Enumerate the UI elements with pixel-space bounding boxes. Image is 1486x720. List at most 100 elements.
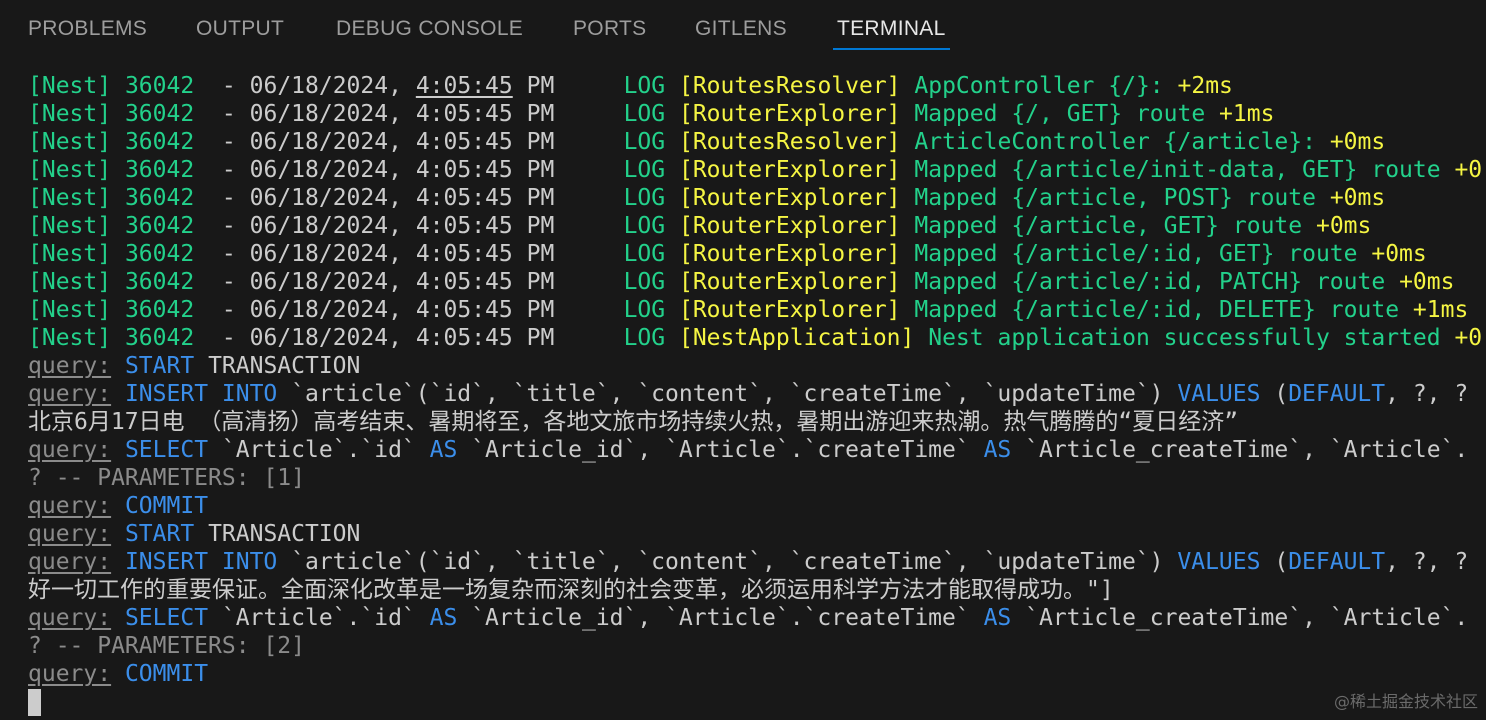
log-ampm: PM [526,297,555,323]
log-message: Mapped {/, GET} route [914,101,1206,127]
log-level: LOG [623,101,666,127]
nest-log-line: [Nest] 36042 - 06/18/2024, 4:05:45 PM LO… [28,297,1469,323]
tab-debug-console[interactable]: DEBUG CONSOLE [336,18,523,40]
log-date: 06/18/2024, [249,325,402,351]
nest-prefix: [Nest] [28,241,112,267]
tab-gitlens[interactable]: GITLENS [695,18,787,40]
log-time: 4:05:45 [415,241,513,267]
log-timing: +0ms [1315,213,1372,239]
nest-log-line: [Nest] 36042 - 06/18/2024, 4:05:45 PM LO… [28,101,1275,127]
log-ampm: PM [526,269,555,295]
log-message: Nest application successfully started [928,325,1441,351]
log-timing: +1ms [1219,101,1275,127]
log-level: LOG [623,157,666,183]
log-message: Mapped {/article/:id, DELETE} route [914,297,1400,323]
log-timing: +0 [1454,325,1483,351]
nest-log-line: [Nest] 36042 - 06/18/2024, 4:05:45 PM LO… [28,157,1483,183]
log-date: 06/18/2024, [249,213,402,239]
process-id: 36042 [124,269,195,295]
log-context: [RouterExplorer] [678,157,901,183]
sql-parameter-content: 北京6月17日电 （高清扬）高考结束、暑期将至，各地文旅市场持续火热，暑期出游迎… [28,409,1239,435]
log-timing: +1ms [1412,297,1469,323]
log-time: 4:05:45 [415,269,513,295]
log-level: LOG [623,213,666,239]
log-context: [RouterExplorer] [678,297,901,323]
nest-log-block: [Nest] 36042 - 06/18/2024, 4:05:45 PM LO… [28,72,1486,352]
log-ampm: PM [526,185,555,211]
log-message: Mapped {/article, GET} route [914,213,1303,239]
log-time: 4:05:45 [415,101,513,127]
sql-line: query: COMMIT [28,661,209,687]
process-id: 36042 [124,185,195,211]
sql-line: query: INSERT INTO `article`(`id`, `titl… [28,381,1469,407]
log-timing: +0 [1454,157,1483,183]
process-id: 36042 [124,129,195,155]
terminal-cursor [28,689,41,716]
panel-tab-bar: PROBLEMS OUTPUT DEBUG CONSOLE PORTS GITL… [0,0,1486,52]
log-context: [NestApplication] [678,325,915,351]
tab-terminal-label: TERMINAL [837,17,946,40]
log-date: 06/18/2024, [249,297,402,323]
watermark: @稀土掘金技术社区 [1333,692,1478,711]
tab-ports[interactable]: PORTS [573,18,646,40]
tab-terminal[interactable]: TERMINAL [833,17,950,50]
log-level: LOG [623,129,666,155]
log-time: 4:05:45 [415,213,513,239]
sql-line: query: INSERT INTO `article`(`id`, `titl… [28,549,1469,575]
tab-problems[interactable]: PROBLEMS [28,18,147,40]
nest-prefix: [Nest] [28,297,112,323]
log-context: [RouterExplorer] [678,185,901,211]
prompt-line[interactable] [28,688,1486,716]
sql-params-line: ? -- PARAMETERS: [2] [28,633,305,659]
log-message: ArticleController {/article}: [914,129,1316,155]
nest-prefix: [Nest] [28,157,112,183]
log-level: LOG [623,297,666,323]
log-date: 06/18/2024, [249,269,402,295]
nest-log-line: [Nest] 36042 - 06/18/2024, 4:05:45 PM LO… [28,269,1455,295]
log-context: [RouterExplorer] [678,213,901,239]
log-context: [RouterExplorer] [678,101,901,127]
sql-line: query: START TRANSACTION [28,353,361,379]
active-tab-indicator [833,48,950,50]
log-level: LOG [623,269,666,295]
log-ampm: PM [526,157,555,183]
sql-line: query: SELECT `Article`.`id` AS `Article… [28,437,1469,463]
log-ampm: PM [526,241,555,267]
process-id: 36042 [124,325,195,351]
log-timing: +0ms [1329,185,1386,211]
log-ampm: PM [526,129,555,155]
terminal-output[interactable]: [Nest] 36042 - 06/18/2024, 4:05:45 PM LO… [28,72,1486,716]
log-level: LOG [623,73,666,99]
log-message: Mapped {/article/init-data, GET} route [914,157,1441,183]
nest-log-line: [Nest] 36042 - 06/18/2024, 4:05:45 PM LO… [28,129,1386,155]
nest-log-line: [Nest] 36042 - 06/18/2024, 4:05:45 PM LO… [28,185,1386,211]
sql-params-line: ? -- PARAMETERS: [1] [28,465,305,491]
log-date: 06/18/2024, [249,73,402,99]
log-message: AppController {/}: [914,73,1164,99]
sql-line: query: SELECT `Article`.`id` AS `Article… [28,605,1469,631]
log-date: 06/18/2024, [249,241,402,267]
nest-log-line: [Nest] 36042 - 06/18/2024, 4:05:45 PM LO… [28,213,1372,239]
nest-log-line: [Nest] 36042 - 06/18/2024, 4:05:45 PM LO… [28,241,1427,267]
nest-prefix: [Nest] [28,325,112,351]
log-ampm: PM [526,213,555,239]
log-time: 4:05:45 [415,185,513,211]
log-time: 4:05:45 [415,129,513,155]
log-date: 06/18/2024, [249,185,402,211]
log-time: 4:05:45 [415,297,513,323]
log-level: LOG [623,325,666,351]
log-message: Mapped {/article, POST} route [914,185,1316,211]
log-level: LOG [623,185,666,211]
nest-prefix: [Nest] [28,101,112,127]
log-context: [RoutesResolver] [678,73,901,99]
tab-output[interactable]: OUTPUT [196,18,284,40]
process-id: 36042 [124,297,195,323]
log-timing: +0ms [1371,241,1427,267]
terminal-panel: PROBLEMS OUTPUT DEBUG CONSOLE PORTS GITL… [0,0,1486,720]
nest-prefix: [Nest] [28,269,112,295]
process-id: 36042 [124,213,195,239]
log-timing: +0ms [1329,129,1386,155]
log-timing: +2ms [1177,73,1233,99]
log-ampm: PM [526,101,555,127]
sql-parameter-content: 好一切工作的重要保证。全面深化改革是一场复杂而深刻的社会变革，必须运用科学方法才… [28,577,1114,603]
